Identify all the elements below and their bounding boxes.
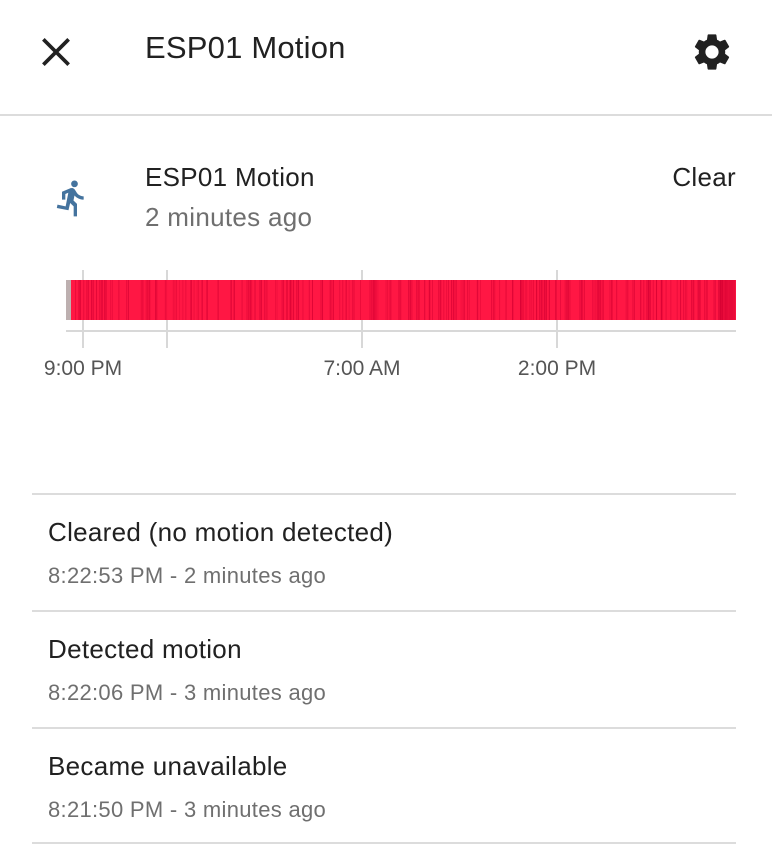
timeline-unavailable-segment: [66, 280, 71, 320]
logbook-entry-time: 8:22:53 PM - 2 minutes ago: [48, 563, 327, 588]
logbook-entry-message: Detected motion: [48, 634, 242, 664]
logbook-entry[interactable]: Cleared (no motion detected) 8:22:53 PM …: [32, 493, 736, 610]
gear-icon: [694, 34, 730, 70]
close-button[interactable]: [28, 24, 84, 80]
logbook-entry-time: 8:22:06 PM - 3 minutes ago: [48, 680, 327, 705]
entity-last-changed: 2 minutes ago: [145, 202, 313, 232]
history-timeline-chart[interactable]: 9:00 PM 7:00 AM 2:00 PM: [30, 260, 750, 390]
logbook-entry[interactable]: Became unavailable 8:21:50 PM - 3 minute…: [32, 727, 736, 844]
entity-name: ESP01 Motion: [145, 162, 315, 192]
dialog-header: ESP01 Motion: [0, 0, 772, 116]
logbook-entry[interactable]: Detected motion 8:22:06 PM - 3 minutes a…: [32, 610, 736, 727]
logbook-entry-message: Cleared (no motion detected): [48, 517, 394, 547]
logbook-entry-message: Became unavailable: [48, 751, 288, 781]
timeline-detected-bar: [71, 280, 736, 320]
motion-sensor-walking-icon: [56, 180, 84, 217]
logbook-entry-time: 8:21:50 PM - 3 minutes ago: [48, 797, 327, 822]
logbook-list: Cleared (no motion detected) 8:22:53 PM …: [32, 493, 736, 844]
timeline-tick-label: 9:00 PM: [44, 357, 122, 380]
dialog-title: ESP01 Motion: [145, 30, 346, 65]
entity-row: ESP01 Motion 2 minutes ago Clear: [0, 150, 772, 250]
timeline-tick-label: 2:00 PM: [518, 357, 596, 380]
timeline-tick-label: 7:00 AM: [323, 357, 400, 380]
settings-button[interactable]: [684, 24, 740, 80]
entity-state: Clear: [672, 162, 736, 192]
close-icon: [42, 38, 70, 66]
